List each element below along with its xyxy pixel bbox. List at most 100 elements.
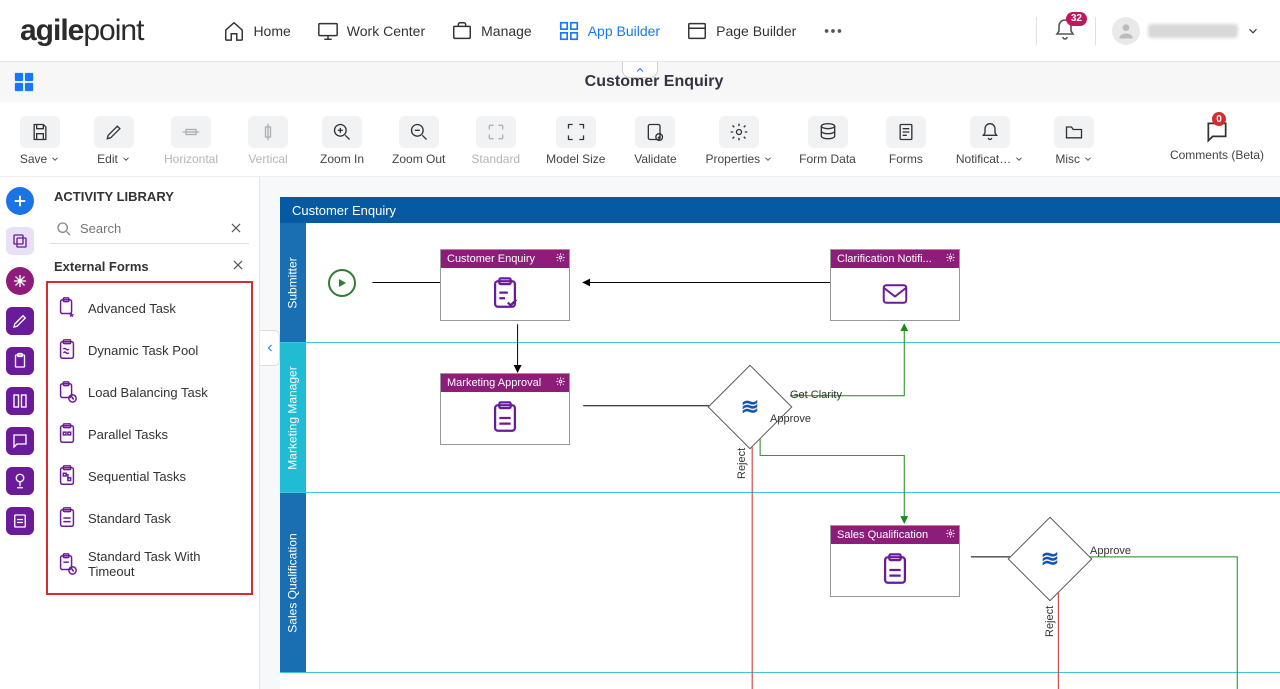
user-menu[interactable] <box>1112 17 1260 45</box>
edit-button[interactable]: Edit <box>84 110 144 168</box>
library-items-highlighted: Advanced Task Dynamic Task Pool Load Bal… <box>46 281 253 595</box>
rail-columns-button[interactable] <box>6 387 34 415</box>
pencil-icon <box>104 122 124 142</box>
model-size-button[interactable]: Model Size <box>540 110 611 168</box>
zoom-out-button[interactable]: Zoom Out <box>386 110 451 168</box>
presentation-icon <box>11 472 29 490</box>
rail-chat-button[interactable] <box>6 427 34 455</box>
comments-button[interactable]: 0 Comments (Beta) <box>1164 110 1270 164</box>
align-vertical-icon <box>258 122 278 142</box>
comments-badge: 0 <box>1212 112 1226 126</box>
gear-icon[interactable] <box>555 252 566 266</box>
apps-grid-button[interactable] <box>10 68 38 96</box>
save-icon <box>30 122 50 142</box>
validate-button[interactable]: Validate <box>625 110 685 168</box>
library-search-input[interactable] <box>50 214 249 244</box>
database-icon <box>818 122 838 142</box>
node-clarification-notification[interactable]: Clarification Notifi... <box>830 249 960 321</box>
copy-icon <box>11 232 29 250</box>
clipboard-lines-icon <box>488 401 522 435</box>
node-customer-enquiry[interactable]: Customer Enquiry <box>440 249 570 321</box>
brand-logo: agilepoint <box>20 14 143 48</box>
layout-horizontal-button[interactable]: Horizontal <box>158 110 224 168</box>
chevron-down-icon <box>1083 154 1093 164</box>
layout-vertical-button[interactable]: Vertical <box>238 110 298 168</box>
task-seq-icon <box>56 465 78 487</box>
collapse-nav-tab[interactable] <box>622 62 658 78</box>
forms-button[interactable]: Forms <box>876 110 936 168</box>
start-event[interactable] <box>328 269 356 297</box>
library-item-sequential-tasks[interactable]: Sequential Tasks <box>48 455 251 497</box>
gear-icon[interactable] <box>555 376 566 390</box>
gear-icon[interactable] <box>945 252 956 266</box>
process-canvas[interactable]: Customer Enquiry Submitter Marketing Man… <box>280 197 1280 689</box>
task-star-icon <box>56 297 78 319</box>
task-parallel-icon <box>56 423 78 445</box>
node-marketing-approval[interactable]: Marketing Approval <box>440 373 570 445</box>
zoom-out-icon <box>409 122 429 142</box>
edge-label-get-clarity: Get Clarity <box>790 389 842 401</box>
gateway-marketing-decision[interactable]: ≋ <box>720 377 780 437</box>
gear-icon[interactable] <box>945 528 956 542</box>
notifications-button[interactable]: 32 <box>1053 18 1079 44</box>
plus-icon <box>11 192 29 210</box>
columns-icon <box>11 392 29 410</box>
save-button[interactable]: Save <box>10 110 70 168</box>
nav-app-builder[interactable]: App Builder <box>558 20 660 42</box>
rail-virus-button[interactable] <box>6 267 34 295</box>
fullscreen-icon <box>566 122 586 142</box>
clear-search-button[interactable] <box>229 221 243 238</box>
lane-sales[interactable]: Sales Qualification <box>280 493 1280 673</box>
chevron-down-icon <box>1246 24 1260 38</box>
mail-icon <box>875 279 915 309</box>
nav-home[interactable]: Home <box>223 20 290 42</box>
folder-icon <box>1064 122 1084 142</box>
add-activity-button[interactable] <box>6 187 34 215</box>
misc-button[interactable]: Misc <box>1044 110 1104 168</box>
apps-icon <box>558 20 580 42</box>
notifications-toolbar-button[interactable]: Notificat… <box>950 110 1030 168</box>
avatar-icon <box>1112 17 1140 45</box>
grid-icon <box>13 71 35 93</box>
notification-badge: 32 <box>1066 12 1087 26</box>
nav-work-center[interactable]: Work Center <box>317 20 425 42</box>
chevron-down-icon <box>121 154 131 164</box>
chevron-down-icon <box>1014 154 1024 164</box>
properties-button[interactable]: Properties <box>699 110 779 168</box>
rail-present-button[interactable] <box>6 467 34 495</box>
clipboard-lines-icon <box>878 553 912 587</box>
form-data-button[interactable]: Form Data <box>793 110 862 168</box>
fit-standard-icon <box>486 122 506 142</box>
nav-page-builder[interactable]: Page Builder <box>686 20 796 42</box>
nav-more[interactable] <box>822 20 844 42</box>
document-icon <box>11 512 29 530</box>
zoom-standard-button[interactable]: Standard <box>465 110 526 168</box>
rail-clipboard-button[interactable] <box>6 347 34 375</box>
library-category: External Forms <box>54 259 149 274</box>
lane-submitter[interactable]: Submitter <box>280 223 1280 343</box>
library-item-parallel-tasks[interactable]: Parallel Tasks <box>48 413 251 455</box>
library-item-standard-task[interactable]: Standard Task <box>48 497 251 539</box>
search-icon <box>56 221 72 240</box>
task-clock-icon <box>56 381 78 403</box>
gateway-sales-decision[interactable]: ≋ <box>1020 529 1080 589</box>
zoom-in-button[interactable]: Zoom In <box>312 110 372 168</box>
library-item-advanced-task[interactable]: Advanced Task <box>48 287 251 329</box>
edge-label-approve: Approve <box>770 413 811 425</box>
library-item-load-balancing[interactable]: Load Balancing Task <box>48 371 251 413</box>
clipboard-icon <box>11 352 29 370</box>
close-category-button[interactable] <box>231 258 245 275</box>
collapse-library-button[interactable] <box>260 330 280 366</box>
rail-edit-button[interactable] <box>6 307 34 335</box>
node-sales-qualification[interactable]: Sales Qualification <box>830 525 960 597</box>
rail-copy-button[interactable] <box>6 227 34 255</box>
rail-doc-button[interactable] <box>6 507 34 535</box>
bell-icon <box>980 122 1000 142</box>
nav-manage[interactable]: Manage <box>451 20 532 42</box>
library-item-dynamic-task-pool[interactable]: Dynamic Task Pool <box>48 329 251 371</box>
task-icon <box>56 507 78 529</box>
library-item-standard-task-timeout[interactable]: Standard Task With Timeout <box>48 539 251 589</box>
chevron-left-icon <box>264 342 276 354</box>
form-check-icon <box>488 277 522 311</box>
zoom-in-icon <box>332 122 352 142</box>
